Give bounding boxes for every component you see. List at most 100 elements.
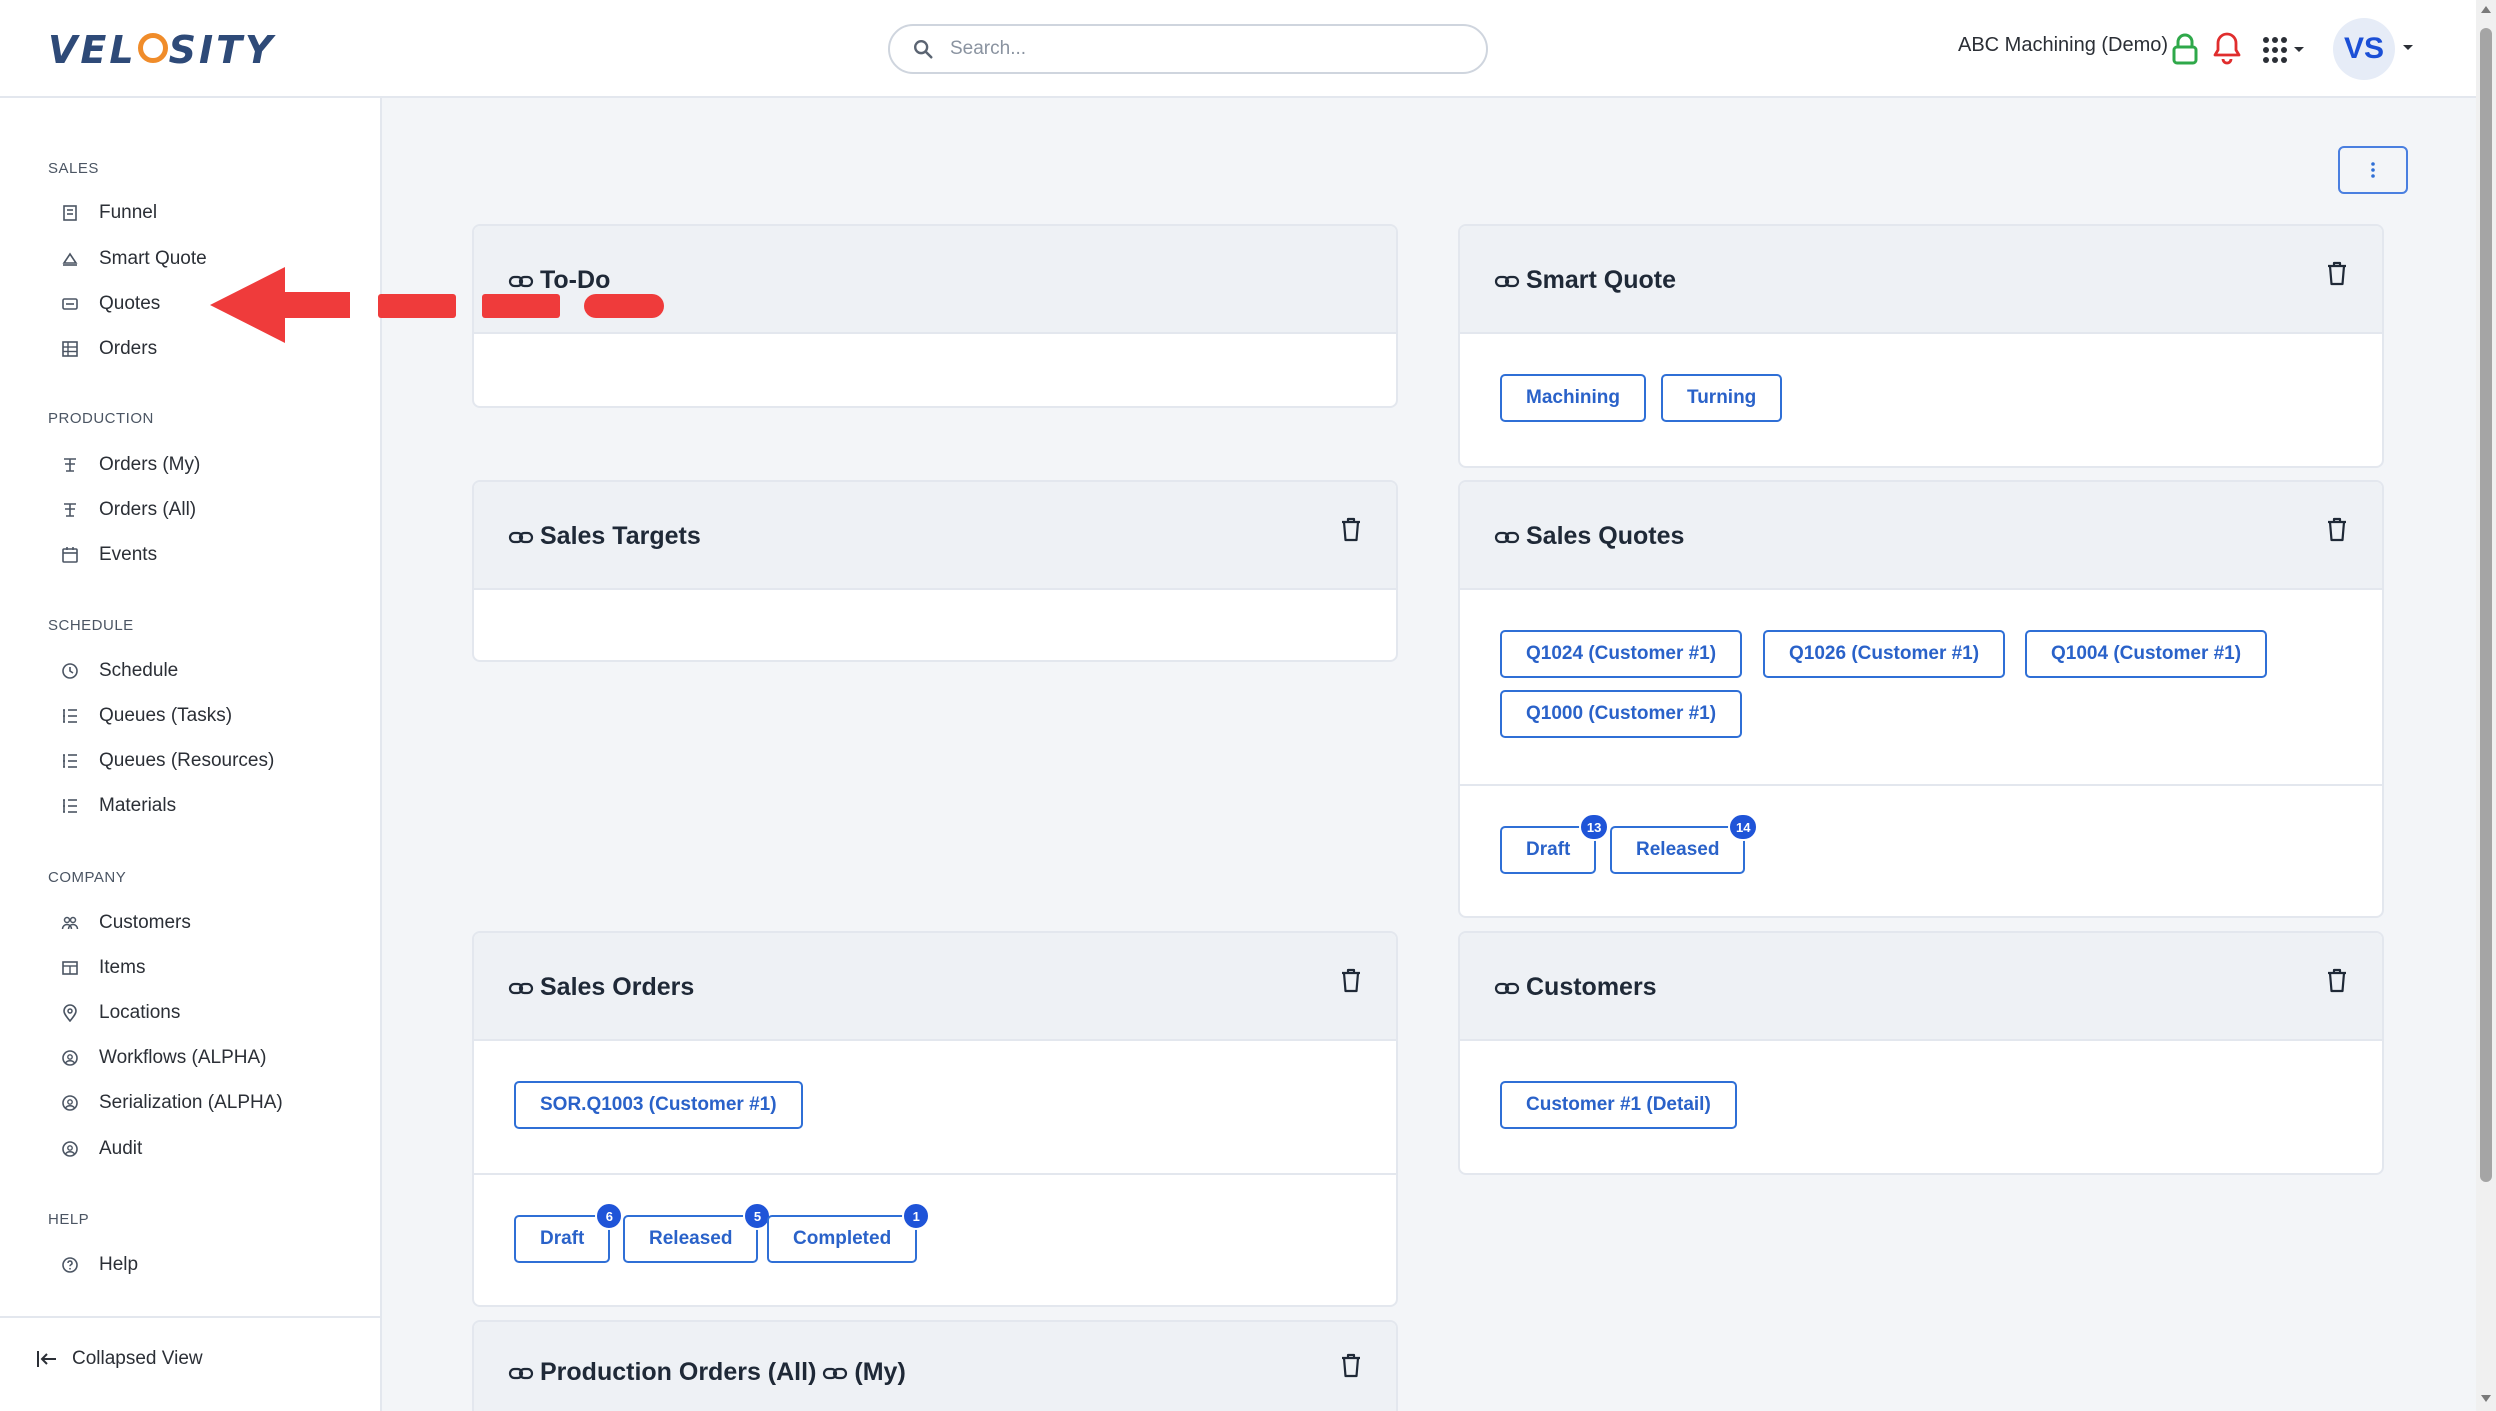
link-icon [1494,531,1520,543]
sidebar-item-schedule[interactable]: Schedule [60,654,178,688]
sidebar-item-label: Orders (My) [99,454,201,475]
logo-text-left: VEL [48,28,137,72]
turning-button[interactable]: Turning [1661,374,1783,422]
card-title-my[interactable]: (My) [854,1358,905,1387]
smart-quote-icon [60,249,80,269]
lock-icon[interactable] [2170,32,2200,66]
list-icon [60,751,80,771]
sidebar-item-orders-all[interactable]: Orders (All) [60,493,196,527]
scrollbar-thumb[interactable] [2480,28,2492,1182]
production-icon [60,500,80,520]
sidebar-item-workflows[interactable]: Workflows (ALPHA) [60,1041,267,1075]
trash-icon[interactable] [1340,967,1362,993]
order-link[interactable]: SOR.Q1003 (Customer #1) [514,1081,803,1129]
draft-status-button[interactable]: Draft 6 [514,1202,624,1263]
status-label: Completed [793,1228,892,1249]
avatar-chevron-down-icon[interactable] [2402,44,2414,52]
machining-button[interactable]: Machining [1500,374,1646,422]
count-badge: 6 [595,1202,624,1230]
trash-icon[interactable] [1340,1352,1362,1378]
notification-bell-icon[interactable] [2210,30,2244,66]
scroll-up-arrow-icon[interactable] [2480,4,2492,14]
card-title: Sales Orders [540,973,695,1001]
quote-link[interactable]: Q1004 (Customer #1) [2025,630,2268,678]
orders-icon [60,339,80,359]
card-sales-quotes: Sales Quotes Q1024 (Customer #1) Q1026 (… [1458,480,2384,918]
status-label: Draft [1526,839,1571,860]
count-badge: 14 [1727,813,1759,841]
released-status-button[interactable]: Released 5 [623,1202,772,1263]
status-label: Draft [540,1228,585,1249]
card-sales-targets: Sales Targets [472,480,1398,662]
sidebar-item-label: Funnel [99,202,158,223]
link-icon[interactable] [822,1360,848,1386]
clock-icon [60,661,80,681]
collapsed-view-toggle[interactable]: Collapsed View [36,1348,203,1370]
search-input[interactable] [950,38,1470,60]
quote-link[interactable]: Q1026 (Customer #1) [1763,630,2006,678]
trash-icon[interactable] [2326,260,2348,286]
sidebar-item-quotes[interactable]: Quotes [60,287,160,321]
scroll-down-arrow-icon[interactable] [2480,1394,2492,1404]
sidebar-item-serialization[interactable]: Serialization (ALPHA) [60,1086,283,1120]
trash-icon[interactable] [2326,516,2348,542]
vertical-scrollbar[interactable] [2476,0,2496,1411]
sidebar-item-label: Queues (Resources) [99,750,275,771]
sidebar-item-queues-resources[interactable]: Queues (Resources) [60,744,274,778]
draft-status-button[interactable]: Draft 13 [1500,813,1610,874]
card-title-link[interactable]: Smart Quote [1494,266,1676,295]
sidebar-item-label: Audit [99,1138,143,1159]
more-options-button[interactable] [2338,146,2408,194]
card-title-link[interactable]: Customers [1494,973,1657,1002]
help-icon [60,1255,80,1275]
card-title: Customers [1526,973,1657,1001]
card-title-link[interactable]: Sales Targets [508,522,701,551]
card-title: Sales Targets [540,522,701,550]
card-header: Customers [1460,933,2382,1041]
card-title-link[interactable]: Sales Orders [508,973,694,1002]
sidebar-section-production: PRODUCTION [48,410,154,427]
sidebar-item-locations[interactable]: Locations [60,996,180,1030]
orders-list: SOR.Q1003 (Customer #1) [474,1041,1396,1175]
sidebar-item-funnel[interactable]: Funnel [60,196,157,230]
sidebar-item-queues-tasks[interactable]: Queues (Tasks) [60,699,232,733]
items-icon [60,958,80,978]
sidebar-item-audit[interactable]: Audit [60,1132,142,1166]
sidebar-item-orders-my[interactable]: Orders (My) [60,448,200,482]
sidebar-item-materials[interactable]: Materials [60,789,176,823]
customers-list: Customer #1 (Detail) [1460,1041,2382,1173]
sidebar-item-customers[interactable]: Customers [60,906,191,940]
trash-icon[interactable] [2326,967,2348,993]
trash-icon[interactable] [1340,516,1362,542]
sidebar-item-help[interactable]: Help [60,1248,138,1282]
sidebar-item-label: Quotes [99,293,161,314]
link-icon[interactable] [508,1360,534,1386]
card-title-link[interactable]: Sales Quotes [1494,522,1684,551]
quote-link[interactable]: Q1000 (Customer #1) [1500,690,1743,738]
sidebar-item-smart-quote[interactable]: Smart Quote [60,242,207,276]
sidebar-item-label: Customers [99,912,191,933]
card-header: Smart Quote [1460,226,2382,334]
sidebar-section-help: HELP [48,1211,90,1228]
apps-grid-icon[interactable] [2262,34,2306,66]
company-name[interactable]: ABC Machining (Demo) [1958,34,2168,57]
sidebar-item-label: Smart Quote [99,248,207,269]
sidebar-item-label: Orders (All) [99,499,197,520]
card-title-all[interactable]: Production Orders (All) [540,1358,816,1387]
logo-orbit-icon [137,33,168,63]
released-status-button[interactable]: Released 14 [1610,813,1759,874]
quote-status-filters: Draft 13 Released 14 [1460,786,2382,916]
sidebar-item-items[interactable]: Items [60,951,145,985]
list-icon [60,706,80,726]
velosity-logo[interactable]: VEL SITY [48,28,276,72]
user-avatar[interactable]: VS [2333,18,2395,80]
search-bar[interactable] [888,24,1488,74]
card-smart-quote: Smart Quote Machining Turning [1458,224,2384,468]
sidebar-item-events[interactable]: Events [60,538,157,572]
quote-link[interactable]: Q1024 (Customer #1) [1500,630,1743,678]
sidebar-item-orders[interactable]: Orders [60,332,157,366]
card-title: Sales Quotes [1526,522,1685,550]
customer-link[interactable]: Customer #1 (Detail) [1500,1081,1737,1129]
completed-status-button[interactable]: Completed 1 [767,1202,931,1263]
card-body: Machining Turning [1460,334,2382,466]
